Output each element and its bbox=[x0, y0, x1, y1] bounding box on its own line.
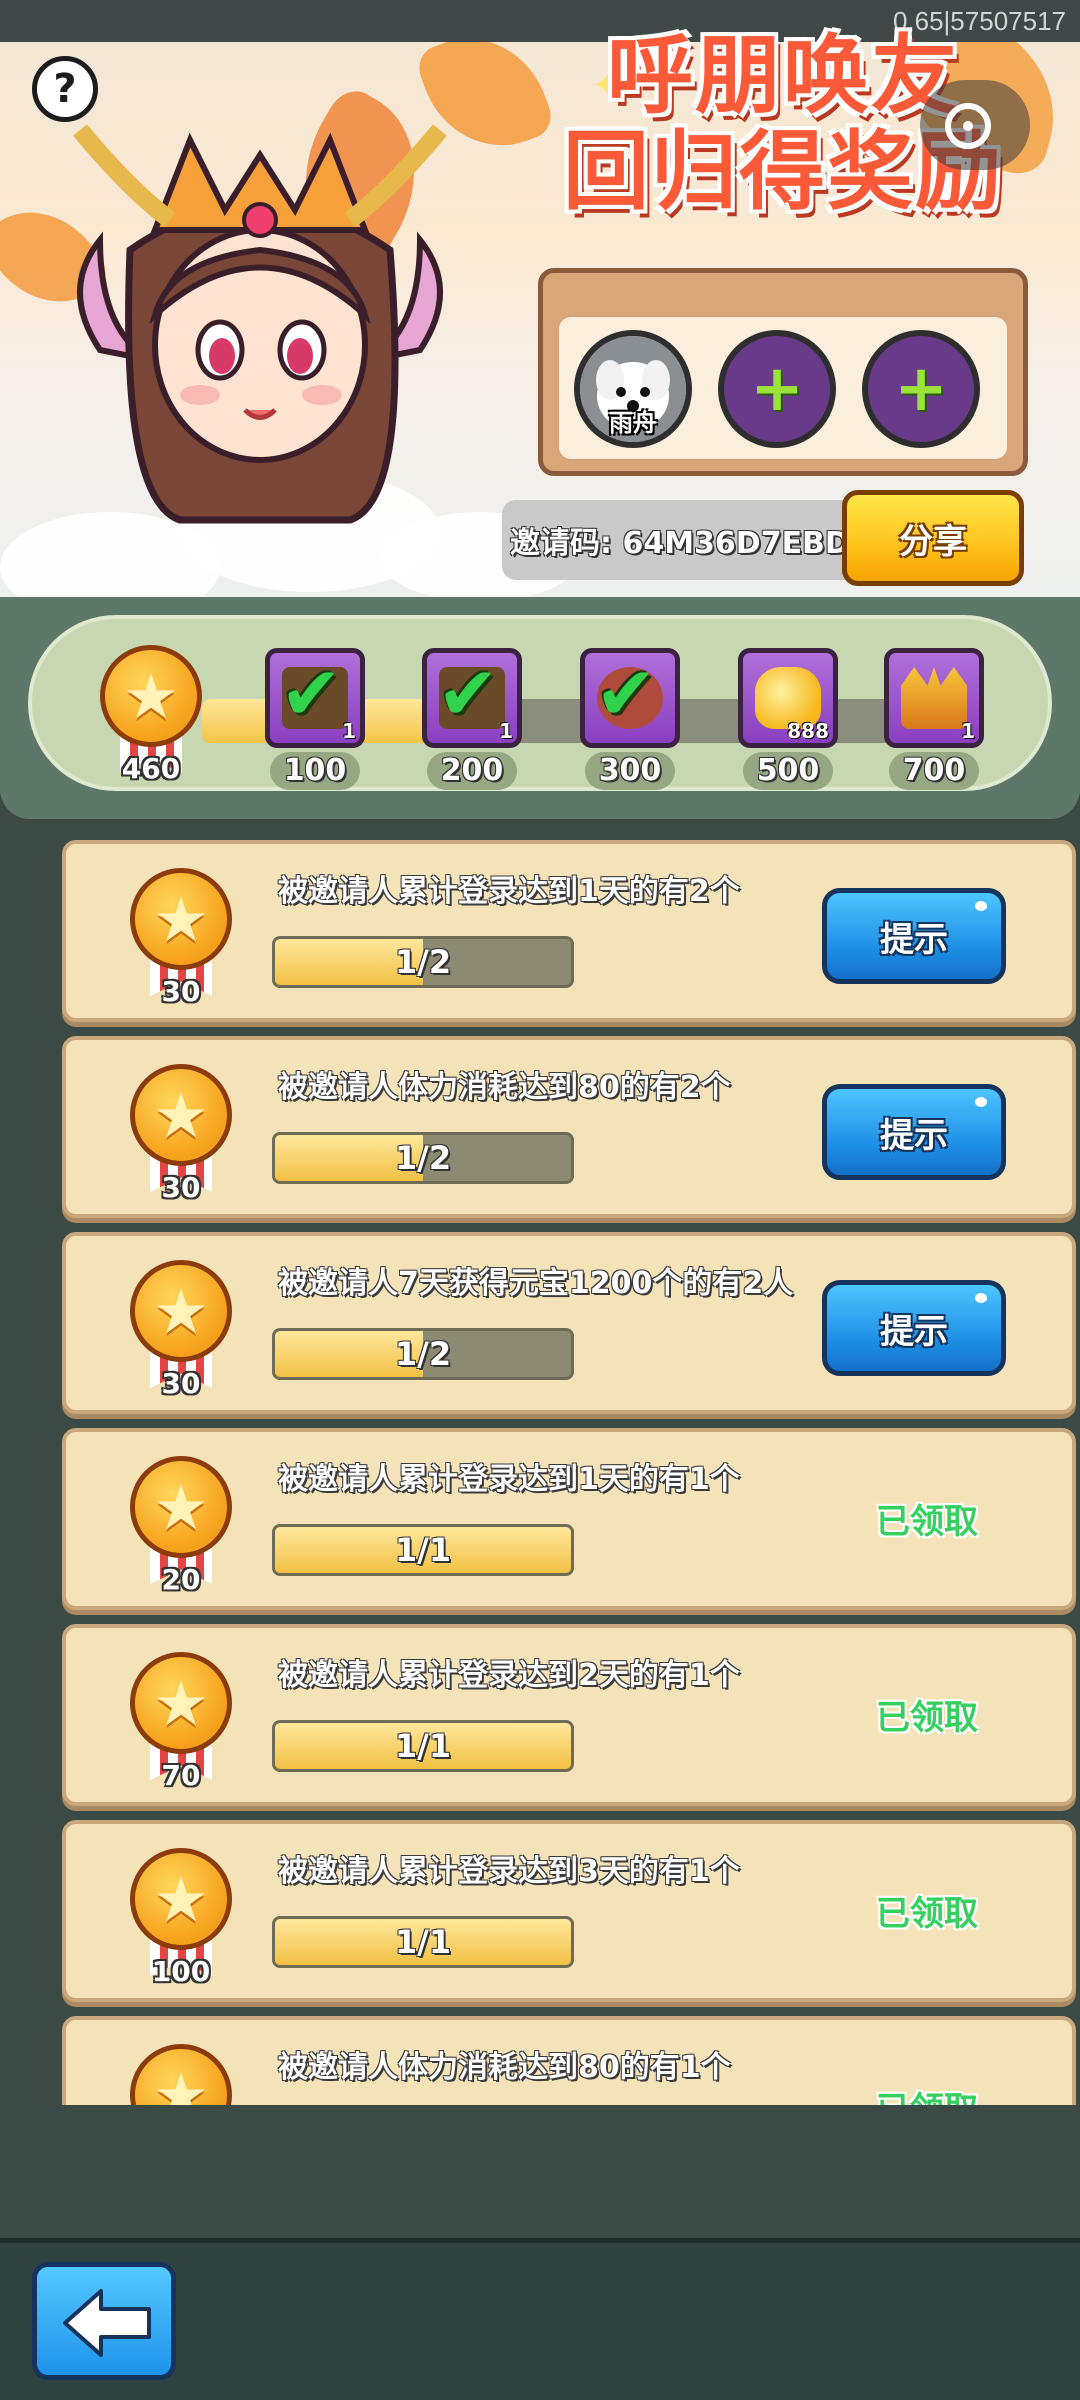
task-points-medal: ★ 100 bbox=[128, 1848, 234, 1988]
task-progress-bar: 1/2 bbox=[272, 1328, 574, 1380]
task-points-medal: ★ 30 bbox=[128, 868, 234, 1008]
medal-star-icon: ★ bbox=[130, 868, 232, 970]
record-icon bbox=[945, 103, 991, 149]
share-button-label: 分享 bbox=[899, 521, 967, 562]
share-button[interactable]: 分享 bbox=[842, 490, 1024, 586]
plus-icon: + bbox=[894, 352, 948, 426]
milestone-threshold: 200 bbox=[427, 752, 517, 790]
task-progress-bar: 1/1 bbox=[272, 1524, 574, 1576]
task-title: 被邀请人累计登录达到3天的有1个 bbox=[278, 1854, 740, 1889]
claimed-status: 已领取 bbox=[876, 1894, 978, 1934]
friend-avatar[interactable]: 雨舟 bbox=[574, 330, 692, 448]
medal-star-icon: ★ bbox=[130, 1652, 232, 1754]
task-list[interactable]: ★ 30 被邀请人累计登录达到1天的有2个 1/2 提示 ★ 30 被邀请人体力… bbox=[62, 840, 1080, 2105]
milestone-threshold: 100 bbox=[270, 752, 360, 790]
reward-count: 1 bbox=[342, 719, 356, 743]
milestone-threshold: 300 bbox=[585, 752, 675, 790]
task-progress-bar: 1/1 bbox=[272, 1916, 574, 1968]
task-points-medal: ★ 30 bbox=[128, 1064, 234, 1204]
back-button[interactable] bbox=[32, 2262, 176, 2380]
task-card: ★ 70 被邀请人累计登录达到2天的有1个 1/1 已领取 bbox=[62, 1624, 1076, 1806]
milestone-threshold: 500 bbox=[743, 752, 833, 790]
points-medal: ★ 460 bbox=[98, 645, 204, 785]
crown-icon bbox=[901, 667, 967, 729]
task-progress-label: 1/2 bbox=[394, 1139, 452, 1177]
friend-name: 雨舟 bbox=[609, 409, 657, 437]
medal-star-icon: ★ bbox=[130, 1064, 232, 1166]
claimed-status: 已领取 bbox=[876, 2082, 978, 2105]
task-points: 30 bbox=[161, 1171, 201, 1204]
medal-star-icon: ★ bbox=[130, 1848, 232, 1950]
reward-count: 1 bbox=[961, 719, 975, 743]
task-card: ★ 30 被邀请人7天获得元宝1200个的有2人 1/2 提示 bbox=[62, 1232, 1076, 1414]
task-progress-label: 1/1 bbox=[394, 1923, 452, 1961]
reward-count: 888 bbox=[787, 719, 829, 743]
task-progress-label: 1/2 bbox=[394, 1335, 452, 1373]
hero-portrait-illustration bbox=[73, 124, 447, 524]
hint-button-label: 提示 bbox=[880, 919, 948, 960]
task-title: 被邀请人累计登录达到2天的有1个 bbox=[278, 1658, 740, 1693]
checkmark-icon: ✔ bbox=[595, 651, 658, 737]
task-progress-bar: 1/2 bbox=[272, 1132, 574, 1184]
checkmark-icon: ✔ bbox=[280, 651, 343, 737]
plus-icon: + bbox=[750, 352, 804, 426]
milestone-reward-200[interactable]: ✔ 1 bbox=[422, 648, 522, 748]
milestone-reward-100[interactable]: ✔ 1 bbox=[265, 648, 365, 748]
task-points-medal: ★ bbox=[128, 2044, 234, 2105]
hint-button[interactable]: 提示 bbox=[822, 888, 1006, 984]
task-card: ★ 100 被邀请人累计登录达到3天的有1个 1/1 已领取 bbox=[62, 1820, 1076, 2002]
claimed-status: 已领取 bbox=[876, 1502, 978, 1542]
reward-count: 1 bbox=[499, 719, 513, 743]
task-title: 被邀请人累计登录达到1天的有1个 bbox=[278, 1462, 740, 1497]
task-points: 30 bbox=[161, 975, 201, 1008]
task-points-medal: ★ 70 bbox=[128, 1652, 234, 1792]
task-card: ★ 被邀请人体力消耗达到80的有1个 已领取 bbox=[62, 2016, 1076, 2105]
medal-star-icon: ★ bbox=[130, 1456, 232, 1558]
current-points: 460 bbox=[121, 752, 181, 785]
task-points: 70 bbox=[161, 1759, 201, 1792]
task-progress-bar: 1/1 bbox=[272, 1720, 574, 1772]
milestone-reward-500[interactable]: 888 bbox=[738, 648, 838, 748]
milestone-reward-700[interactable]: 1 bbox=[884, 648, 984, 748]
task-title: 被邀请人7天获得元宝1200个的有2人 bbox=[278, 1266, 794, 1301]
task-card: ★ 20 被邀请人累计登录达到1天的有1个 1/1 已领取 bbox=[62, 1428, 1076, 1610]
add-friend-slot[interactable]: + bbox=[718, 330, 836, 448]
checkmark-icon: ✔ bbox=[437, 651, 500, 737]
add-friend-slot[interactable]: + bbox=[862, 330, 980, 448]
medal-star-icon: ★ bbox=[130, 1260, 232, 1362]
invite-code-bar: 邀请码: 64M36D7EBD bbox=[502, 500, 852, 580]
task-progress-label: 1/1 bbox=[394, 1531, 452, 1569]
task-points-medal: ★ 30 bbox=[128, 1260, 234, 1400]
task-points: 100 bbox=[151, 1955, 211, 1988]
task-title: 被邀请人体力消耗达到80的有1个 bbox=[278, 2050, 731, 2085]
task-card: ★ 30 被邀请人体力消耗达到80的有2个 1/2 提示 bbox=[62, 1036, 1076, 1218]
medal-star-icon: ★ bbox=[100, 645, 202, 747]
task-progress-label: 1/1 bbox=[394, 1727, 452, 1765]
claimed-status: 已领取 bbox=[876, 1698, 978, 1738]
task-title: 被邀请人累计登录达到1天的有2个 bbox=[278, 874, 740, 909]
task-points: 20 bbox=[161, 1563, 201, 1596]
hint-button-label: 提示 bbox=[880, 1311, 948, 1352]
hint-button[interactable]: 提示 bbox=[822, 1084, 1006, 1180]
medal-star-icon: ★ bbox=[130, 2044, 232, 2105]
task-card: ★ 30 被邀请人累计登录达到1天的有2个 1/2 提示 bbox=[62, 840, 1076, 1022]
task-progress-bar: 1/2 bbox=[272, 936, 574, 988]
hint-button-label: 提示 bbox=[880, 1115, 948, 1156]
milestone-threshold: 700 bbox=[889, 752, 979, 790]
milestone-reward-300[interactable]: ✔ bbox=[580, 648, 680, 748]
task-title: 被邀请人体力消耗达到80的有2个 bbox=[278, 1070, 731, 1105]
task-points: 30 bbox=[161, 1367, 201, 1400]
invite-code: 邀请码: 64M36D7EBD bbox=[510, 526, 850, 561]
task-points-medal: ★ 20 bbox=[128, 1456, 234, 1596]
back-arrow-icon bbox=[63, 2289, 151, 2357]
task-progress-label: 1/2 bbox=[394, 943, 452, 981]
hint-button[interactable]: 提示 bbox=[822, 1280, 1006, 1376]
